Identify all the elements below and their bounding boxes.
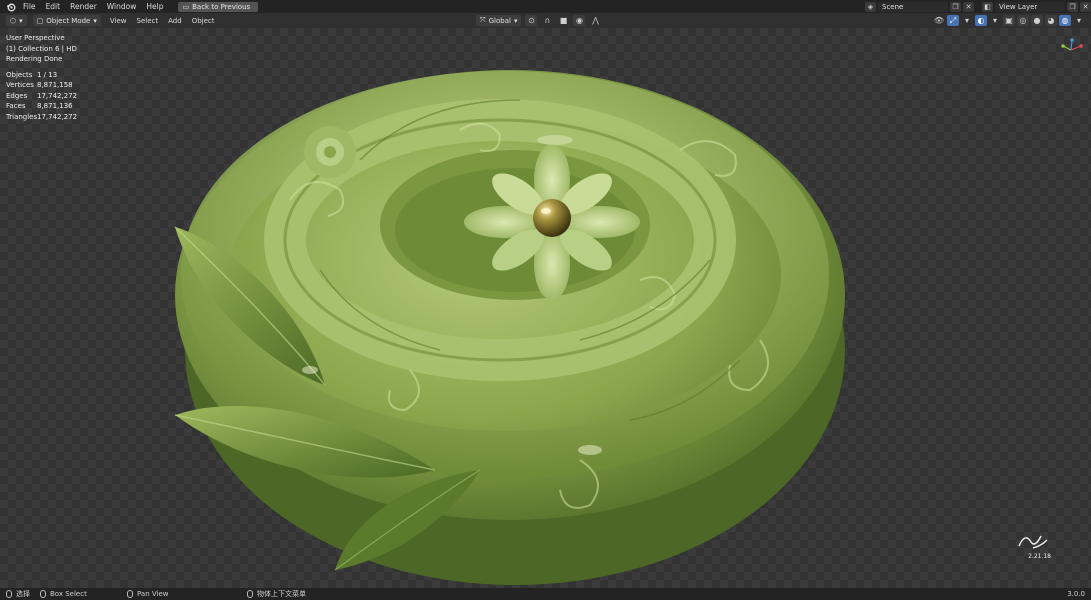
stat-value: 1 / 13 [37,71,58,79]
overlays-toggle-icon[interactable]: ◐ [975,15,987,26]
scene-name: Scene [882,2,904,11]
menu-render[interactable]: Render [65,0,102,13]
proportional-edit-icon[interactable]: ◉ [573,15,586,26]
gizmo-toggle-icon[interactable]: ⤢ [947,15,959,26]
xray-toggle-icon[interactable]: ▣ [1003,15,1015,26]
view-layer-icon[interactable]: ◧ [982,1,993,12]
menu-file[interactable]: File [18,0,41,13]
status-select-label: 选择 [16,590,30,598]
stat-label: Objects [6,71,33,79]
menu-select[interactable]: Select [132,17,164,25]
delete-view-layer-icon[interactable]: ✕ [1080,1,1091,12]
shading-material-icon[interactable]: ◕ [1045,15,1057,26]
orientation-selector[interactable]: ⤧ Global ▾ [476,15,522,26]
menu-view[interactable]: View [105,17,132,25]
stat-label: Faces [6,102,26,111]
transform-controls: ⤧ Global ▾ ⊙ ∩ ■ ◉ ⋀ [476,15,601,26]
pivot-point-icon[interactable]: ⊙ [525,15,538,26]
stat-value: 17,742,272 [37,91,78,100]
new-view-layer-icon[interactable]: ❐ [1067,1,1078,12]
stat-value: 8,871,136 [37,102,73,111]
snap-target-icon[interactable]: ■ [557,15,569,26]
stat-edges: Edges 17,742,272 [6,91,77,101]
shading-options-icon[interactable]: ▾ [1073,15,1085,26]
snap-icon[interactable]: ∩ [541,15,553,26]
scene-statistics: Objects 1 / 13 Vertices 8,871,158 Edges … [6,70,77,122]
menu-add[interactable]: Add [163,17,187,25]
chevron-down-icon[interactable]: ▾ [961,15,973,26]
status-box-select: Box Select [40,588,87,600]
top-menubar: File Edit Render Window Help ▭ Back to P… [0,0,1091,13]
shading-rendered-icon[interactable]: ◍ [1059,15,1071,26]
stat-label: Vertices [6,81,34,90]
viewport-text-info: User Perspective (1) Collection 6 | HD R… [6,33,77,65]
view-layer-name: View Layer [999,2,1038,11]
scene-icon[interactable]: ◈ [865,1,876,12]
screen-icon: ▭ [182,2,190,11]
menu-help[interactable]: Help [141,0,168,13]
mouse-middle-icon [127,590,133,598]
status-pan-view: Pan View [127,588,168,600]
signature-mark-icon [1018,535,1048,549]
shading-solid-icon[interactable]: ● [1031,15,1043,26]
3d-viewport[interactable]: User Perspective (1) Collection 6 | HD R… [0,28,1091,588]
stat-vertices: Vertices 8,871,158 [6,80,77,90]
viewport-display-controls: 👁 ⤢ ▾ ◐ ▾ ▣ ◎ ● ◕ ◍ ▾ [933,15,1085,26]
menu-object[interactable]: Object [187,17,220,25]
status-bar: 选择 Box Select Pan View 物体上下文菜单 3.0.0 [0,588,1091,600]
view-layer-field[interactable]: View Layer [995,1,1065,12]
falloff-icon[interactable]: ⋀ [589,15,601,26]
status-context-menu-label: 物体上下文菜单 [257,590,306,598]
signature-date: 2.21.18 [1028,553,1051,560]
scene-selector-area: ◈ Scene ❐ ✕ ◧ View Layer ❐ ✕ [865,0,1091,13]
stat-label: Triangles [6,112,38,121]
mode-selector[interactable]: ▢ Object Mode ▾ [32,15,101,26]
mouse-left-icon [6,590,12,598]
render-status-label: Rendering Done [6,55,63,63]
object-mode-icon: ▢ [36,16,44,25]
status-select: 选择 [6,588,30,600]
editor-type-button[interactable]: ⬡ ▾ [6,15,27,26]
navigation-gizmo[interactable] [1059,38,1085,58]
viewport-header: ⬡ ▾ ▢ Object Mode ▾ View Select Add Objec… [0,13,1091,28]
visibility-icon[interactable]: 👁 [933,15,945,26]
artist-signature: 2.21.18 [1015,530,1051,560]
mode-label: Object Mode [46,16,91,25]
stat-objects: Objects 1 / 13 [6,70,77,80]
status-box-select-label: Box Select [50,590,87,598]
jade-sculpture-render [174,70,845,585]
chevron-down-icon[interactable]: ▾ [989,15,1001,26]
chevron-down-icon: ▾ [513,16,518,25]
delete-scene-icon[interactable]: ✕ [963,1,974,12]
back-to-previous-button[interactable]: ▭ Back to Previous [178,1,259,12]
status-context-menu: 物体上下文菜单 [247,588,306,600]
stat-label: Edges [6,91,28,100]
collection-label: (1) Collection 6 | HD [6,44,77,53]
new-scene-icon[interactable]: ❐ [950,1,961,12]
shading-wireframe-icon[interactable]: ◎ [1017,15,1029,26]
blender-logo-icon[interactable] [4,0,18,13]
stat-value: 17,742,272 [37,112,78,121]
mouse-right-icon [247,590,253,598]
stat-faces: Faces 8,871,136 [6,101,77,111]
orientation-label: Global [488,16,511,25]
stat-value: 8,871,158 [37,81,73,90]
perspective-label: User Perspective [6,34,65,42]
menu-window[interactable]: Window [102,0,142,13]
menu-edit[interactable]: Edit [41,0,66,13]
chevron-down-icon: ▾ [93,16,97,25]
status-pan-view-label: Pan View [137,590,169,598]
version-label: 3.0.0 [1067,590,1085,598]
stat-triangles: Triangles 17,742,272 [6,112,77,122]
3d-viewport-icon: ⬡ [10,16,17,25]
orientation-icon: ⤧ [480,16,486,24]
scene-field[interactable]: Scene [878,1,948,12]
chevron-down-icon: ▾ [19,16,23,25]
back-to-previous-label: Back to Previous [192,2,251,11]
mouse-drag-icon [40,590,46,598]
